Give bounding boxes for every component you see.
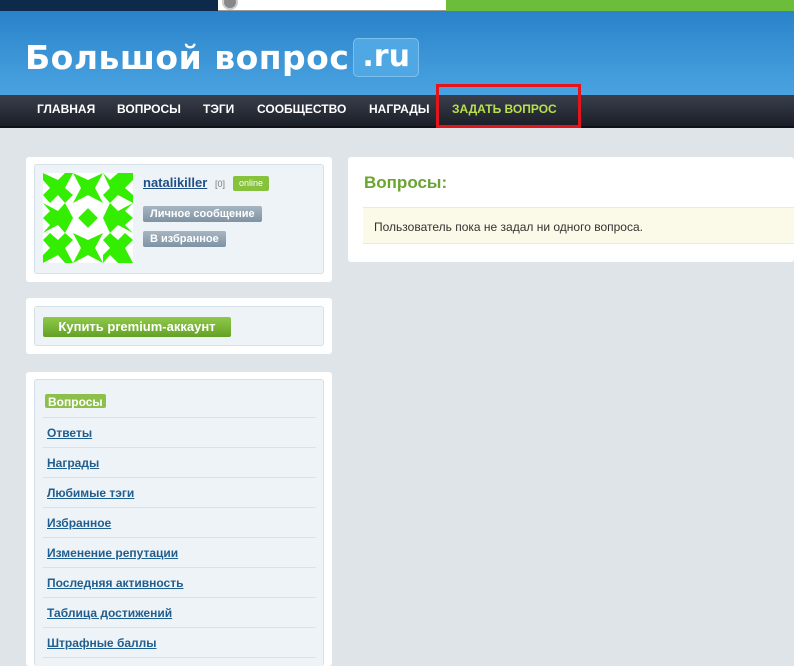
private-message-button[interactable]: Личное сообщение bbox=[143, 206, 262, 222]
menu-item-answers[interactable]: Ответы bbox=[47, 426, 92, 440]
menu-divider bbox=[43, 507, 316, 508]
logo-tld: .ru bbox=[353, 38, 419, 77]
logo-text: Большой вопрос bbox=[25, 38, 350, 77]
add-to-favorites-button[interactable]: В избранное bbox=[143, 231, 226, 247]
menu-item-recent-activity[interactable]: Последняя активность bbox=[47, 576, 183, 590]
top-strip-white bbox=[218, 0, 446, 11]
menu-divider bbox=[43, 657, 316, 658]
nav-community[interactable]: СООБЩЕСТВО bbox=[257, 95, 346, 126]
menu-item-achievements[interactable]: Таблица достижений bbox=[47, 606, 172, 620]
site-header: Большой вопрос .ru bbox=[0, 11, 794, 95]
empty-questions-notice: Пользователь пока не задал ни одного воп… bbox=[363, 207, 794, 244]
username-link[interactable]: natalikiller bbox=[143, 175, 207, 190]
nav-awards[interactable]: НАГРАДЫ bbox=[369, 95, 430, 126]
menu-item-favorite-tags[interactable]: Любимые тэги bbox=[47, 486, 134, 500]
reputation-count: [0] bbox=[215, 179, 226, 189]
page-title: Вопросы: bbox=[364, 173, 448, 192]
menu-divider bbox=[43, 537, 316, 538]
empty-questions-message: Пользователь пока не задал ни одного воп… bbox=[374, 220, 643, 234]
top-strip-dark bbox=[0, 0, 218, 11]
top-strip-green bbox=[446, 0, 794, 11]
nav-home[interactable]: ГЛАВНАЯ bbox=[37, 95, 95, 126]
main-nav: ГЛАВНАЯ ВОПРОСЫ ТЭГИ СООБЩЕСТВО НАГРАДЫ … bbox=[0, 95, 794, 128]
menu-divider bbox=[43, 447, 316, 448]
site-logo[interactable]: Большой вопрос .ru bbox=[25, 38, 419, 77]
nav-questions[interactable]: ВОПРОСЫ bbox=[117, 95, 181, 126]
menu-item-questions[interactable]: Вопросы bbox=[45, 394, 106, 409]
menu-divider bbox=[43, 417, 316, 418]
ask-question-highlight bbox=[436, 84, 581, 128]
buy-premium-button[interactable]: Купить premium-аккаунт bbox=[43, 317, 231, 337]
browser-top-strip bbox=[0, 0, 794, 11]
avatar[interactable] bbox=[43, 173, 133, 263]
menu-divider bbox=[43, 567, 316, 568]
menu-item-reputation-changes[interactable]: Изменение репутации bbox=[47, 546, 178, 560]
menu-item-penalty-points[interactable]: Штрафные баллы bbox=[47, 636, 157, 650]
menu-divider bbox=[43, 627, 316, 628]
menu-divider bbox=[43, 597, 316, 598]
nav-tags[interactable]: ТЭГИ bbox=[203, 95, 234, 126]
menu-item-favorites[interactable]: Избранное bbox=[47, 516, 111, 530]
online-badge: online bbox=[233, 176, 270, 191]
menu-item-awards[interactable]: Награды bbox=[47, 456, 99, 470]
menu-divider bbox=[43, 477, 316, 478]
